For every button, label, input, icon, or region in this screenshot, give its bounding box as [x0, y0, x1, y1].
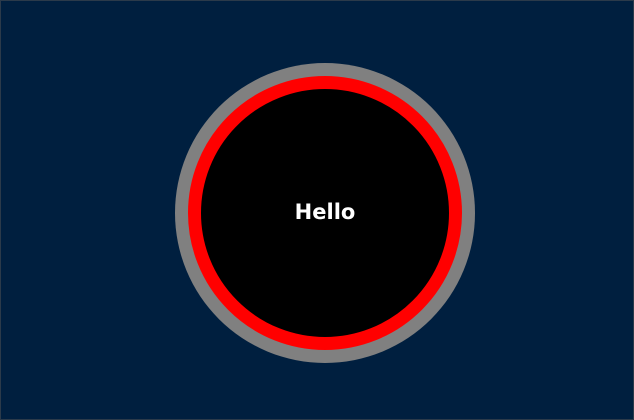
hello-circle-button[interactable]: Hello	[188, 76, 462, 350]
canvas: Hello	[0, 0, 634, 420]
hello-label: Hello	[294, 199, 356, 224]
